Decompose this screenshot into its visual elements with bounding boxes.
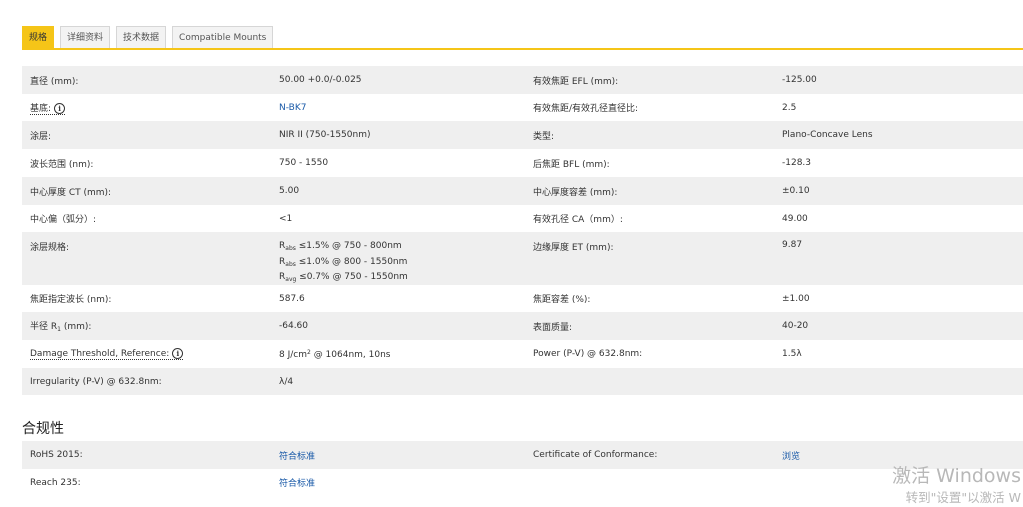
damage-threshold-link[interactable]: Damage Threshold, Reference: i: [30, 348, 184, 360]
table-row: 中心偏（弧分）: <1 有效孔径 CA（mm）: 49.00: [22, 205, 1023, 232]
spec-value: ±0.10: [782, 186, 810, 196]
reach-compliant-link[interactable]: 符合标准: [279, 476, 315, 489]
specifications-table: 直径 (mm): 50.00 +0.0/-0.025 有效焦距 EFL (mm)…: [22, 66, 1023, 395]
info-icon[interactable]: i: [172, 348, 184, 359]
spec-label: 涂层规格:: [30, 243, 70, 253]
certificate-view-link[interactable]: 浏览: [782, 449, 800, 462]
spec-value: ±1.00: [782, 293, 810, 304]
compliance-table: RoHS 2015: 符合标准 Certificate of Conforman…: [22, 441, 1023, 496]
spec-label: 表面质量:: [533, 322, 573, 333]
table-row: Damage Threshold, Reference: i 8 J/cm2 @ …: [22, 340, 1023, 368]
substrate-value-link[interactable]: N-BK7: [279, 103, 306, 113]
spec-label: 后焦距 BFL (mm):: [533, 159, 610, 170]
table-row: 半径 R1 (mm): -64.60 表面质量: 40-20: [22, 312, 1023, 340]
spec-label: 有效焦距/有效孔径直径比:: [533, 104, 639, 114]
compliance-label: Reach 235:: [30, 477, 81, 488]
table-row: 中心厚度 CT (mm): 5.00 中心厚度容差 (mm): ±0.10: [22, 177, 1023, 205]
spec-label: 焦距指定波长 (nm):: [30, 295, 112, 305]
spec-label: 有效孔径 CA（mm）:: [533, 215, 623, 225]
spec-label: 有效焦距 EFL (mm):: [533, 76, 619, 87]
tab-specifications[interactable]: 规格: [22, 26, 55, 48]
rohs-compliant-link[interactable]: 符合标准: [279, 449, 315, 462]
spec-value: <1: [279, 213, 293, 224]
spec-label: 边缘厚度 ET (mm):: [533, 243, 614, 253]
spec-label: 涂层:: [30, 131, 52, 142]
spec-value: 50.00 +0.0/-0.025: [279, 75, 362, 85]
spec-label: 中心厚度 CT (mm):: [30, 187, 112, 198]
tab-technical-data[interactable]: 技术数据: [116, 26, 167, 48]
spec-value: -128.3: [782, 158, 812, 168]
compliance-heading: 合规性: [22, 421, 64, 437]
tab-details[interactable]: 详细资料: [60, 26, 111, 48]
tab-underline: [22, 48, 1023, 50]
spec-label: Damage Threshold, Reference:: [30, 349, 170, 359]
spec-label: 焦距容差 (%):: [533, 295, 591, 305]
spec-value: 1.5λ: [782, 349, 802, 359]
spec-value: -125.00: [782, 75, 817, 85]
compliance-label: RoHS 2015:: [30, 450, 83, 460]
spec-value: 5.00: [279, 186, 300, 196]
spec-value: -64.60: [279, 321, 309, 331]
table-row: 焦距指定波长 (nm): 587.6 焦距容差 (%): ±1.00: [22, 285, 1023, 312]
spec-label: 直径 (mm):: [30, 76, 79, 87]
windows-activation-watermark: 激活 Windows 转到"设置"以激活 W: [892, 463, 1021, 507]
spec-value: 750 - 1550: [279, 158, 329, 168]
spec-label: 中心厚度容差 (mm):: [533, 187, 618, 198]
table-row: RoHS 2015: 符合标准 Certificate of Conforman…: [22, 441, 1023, 469]
spec-value: 49.00: [782, 213, 808, 224]
table-row: Irregularity (P-V) @ 632.8nm: λ/4: [22, 368, 1023, 395]
coating-spec-line: Rabs ≤1.5% @ 750 - 800nm: [279, 241, 402, 252]
spec-value: 2.5: [782, 102, 797, 113]
table-row: 涂层: NIR II (750-1550nm) 类型: Plano-Concav…: [22, 121, 1023, 149]
substrate-label-link[interactable]: 基底: i: [30, 101, 66, 115]
watermark-title: 激活 Windows: [892, 465, 1021, 487]
watermark-subtitle: 转到"设置"以激活 W: [905, 490, 1021, 505]
table-row: 直径 (mm): 50.00 +0.0/-0.025 有效焦距 EFL (mm)…: [22, 66, 1023, 94]
table-row: 涂层规格: Rabs ≤1.5% @ 750 - 800nm Rabs ≤1.0…: [22, 232, 1023, 285]
tab-bar: 规格 详细资料 技术数据 Compatible Mounts: [22, 26, 274, 49]
spec-label: 半径 R1 (mm):: [30, 322, 92, 333]
spec-label: 波长范围 (nm):: [30, 159, 94, 170]
spec-value: 9.87: [782, 240, 803, 250]
table-row: 波长范围 (nm): 750 - 1550 后焦距 BFL (mm): -128…: [22, 149, 1023, 177]
table-row: 基底: i N-BK7 有效焦距/有效孔径直径比: 2.5: [22, 94, 1023, 121]
tab-compatible-mounts[interactable]: Compatible Mounts: [172, 26, 274, 48]
spec-value: Plano-Concave Lens: [782, 130, 873, 140]
spec-value: NIR II (750-1550nm): [279, 130, 371, 140]
info-icon[interactable]: i: [54, 102, 66, 114]
spec-value: 587.6: [279, 293, 305, 304]
spec-label: 类型:: [533, 131, 555, 142]
coating-spec-line: Rabs ≤1.0% @ 800 - 1550nm: [279, 256, 408, 268]
spec-label: Irregularity (P-V) @ 632.8nm:: [30, 376, 162, 387]
spec-label: Power (P-V) @ 632.8nm:: [533, 349, 643, 359]
spec-label: 基底:: [30, 103, 52, 114]
coating-spec-values: Rabs ≤1.5% @ 750 - 800nm Rabs ≤1.0% @ 80…: [271, 232, 525, 285]
spec-value: 40-20: [782, 321, 809, 331]
spec-value: λ/4: [279, 376, 294, 387]
compliance-label: Certificate of Conformance:: [533, 450, 658, 460]
spec-label: 中心偏（弧分）:: [30, 215, 97, 225]
spec-value: 8 J/cm2 @ 1064nm, 10ns: [279, 348, 391, 360]
table-row: Reach 235: 符合标准: [22, 469, 1023, 496]
